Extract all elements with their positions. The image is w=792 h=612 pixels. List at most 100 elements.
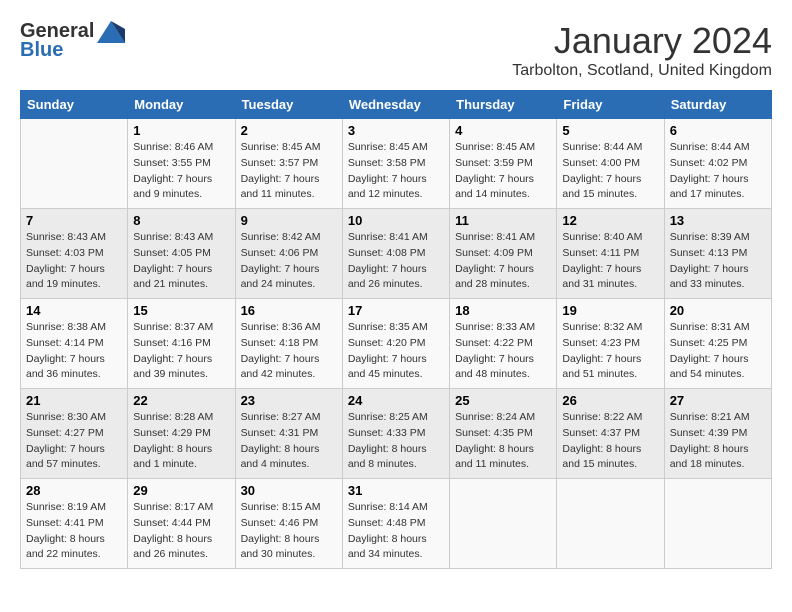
day-info: Sunrise: 8:41 AMSunset: 4:09 PMDaylight:… [455,230,551,293]
day-cell: 21 Sunrise: 8:30 AMSunset: 4:27 PMDayligh… [21,389,128,479]
day-info: Sunrise: 8:43 AMSunset: 4:03 PMDaylight:… [26,230,122,293]
day-cell [664,479,771,569]
day-info: Sunrise: 8:30 AMSunset: 4:27 PMDaylight:… [26,410,122,473]
col-tuesday: Tuesday [235,91,342,119]
day-cell: 25 Sunrise: 8:24 AMSunset: 4:35 PMDayligh… [450,389,557,479]
header-row: Sunday Monday Tuesday Wednesday Thursday… [21,91,772,119]
day-cell: 11Sunrise: 8:41 AMSunset: 4:09 PMDayligh… [450,209,557,299]
day-cell: 17Sunrise: 8:35 AMSunset: 4:20 PMDayligh… [342,299,449,389]
day-info: Sunrise: 8:14 AMSunset: 4:48 PMDaylight:… [348,500,444,563]
day-cell: 24Sunrise: 8:25 AMSunset: 4:33 PMDayligh… [342,389,449,479]
day-number: 7 [26,213,122,228]
day-cell: 1 Sunrise: 8:46 AMSunset: 3:55 PMDaylight… [128,119,235,209]
day-number: 26 [562,393,658,408]
day-number: 22 [133,393,229,408]
col-saturday: Saturday [664,91,771,119]
day-cell: 6 Sunrise: 8:44 AMSunset: 4:02 PMDaylight… [664,119,771,209]
day-cell: 26 Sunrise: 8:22 AMSunset: 4:37 PMDayligh… [557,389,664,479]
day-cell: 20Sunrise: 8:31 AMSunset: 4:25 PMDayligh… [664,299,771,389]
day-info: Sunrise: 8:21 AMSunset: 4:39 PMDaylight:… [670,410,766,473]
day-cell: 13 Sunrise: 8:39 AMSunset: 4:13 PMDayligh… [664,209,771,299]
day-info: Sunrise: 8:44 AMSunset: 4:00 PMDaylight:… [562,140,658,203]
day-info: Sunrise: 8:41 AMSunset: 4:08 PMDaylight:… [348,230,444,293]
day-cell: 7 Sunrise: 8:43 AMSunset: 4:03 PMDaylight… [21,209,128,299]
col-sunday: Sunday [21,91,128,119]
day-number: 17 [348,303,444,318]
day-number: 6 [670,123,766,138]
day-cell: 16Sunrise: 8:36 AMSunset: 4:18 PMDayligh… [235,299,342,389]
day-info: Sunrise: 8:43 AMSunset: 4:05 PMDaylight:… [133,230,229,293]
day-info: Sunrise: 8:38 AMSunset: 4:14 PMDaylight:… [26,320,122,383]
day-number: 24 [348,393,444,408]
day-number: 12 [562,213,658,228]
day-info: Sunrise: 8:39 AMSunset: 4:13 PMDaylight:… [670,230,766,293]
day-info: Sunrise: 8:15 AMSunset: 4:46 PMDaylight:… [241,500,337,563]
day-info: Sunrise: 8:32 AMSunset: 4:23 PMDaylight:… [562,320,658,383]
day-number: 5 [562,123,658,138]
day-info: Sunrise: 8:45 AMSunset: 3:59 PMDaylight:… [455,140,551,203]
week-row-1: 1 Sunrise: 8:46 AMSunset: 3:55 PMDaylight… [21,119,772,209]
day-info: Sunrise: 8:28 AMSunset: 4:29 PMDaylight:… [133,410,229,473]
day-cell: 22 Sunrise: 8:28 AMSunset: 4:29 PMDayligh… [128,389,235,479]
day-number: 21 [26,393,122,408]
day-number: 14 [26,303,122,318]
day-number: 31 [348,483,444,498]
week-row-3: 14 Sunrise: 8:38 AMSunset: 4:14 PMDayligh… [21,299,772,389]
day-number: 9 [241,213,337,228]
day-cell: 5 Sunrise: 8:44 AMSunset: 4:00 PMDaylight… [557,119,664,209]
day-cell: 3Sunrise: 8:45 AMSunset: 3:58 PMDaylight… [342,119,449,209]
day-number: 27 [670,393,766,408]
header: General Blue January 2024 Tarbolton, Sco… [20,20,772,80]
day-number: 25 [455,393,551,408]
day-cell [557,479,664,569]
day-cell: 18 Sunrise: 8:33 AMSunset: 4:22 PMDayligh… [450,299,557,389]
day-info: Sunrise: 8:24 AMSunset: 4:35 PMDaylight:… [455,410,551,473]
day-number: 15 [133,303,229,318]
day-info: Sunrise: 8:19 AMSunset: 4:41 PMDaylight:… [26,500,122,563]
day-cell: 30 Sunrise: 8:15 AMSunset: 4:46 PMDayligh… [235,479,342,569]
day-number: 23 [241,393,337,408]
day-cell [450,479,557,569]
day-number: 4 [455,123,551,138]
day-number: 2 [241,123,337,138]
col-wednesday: Wednesday [342,91,449,119]
day-info: Sunrise: 8:17 AMSunset: 4:44 PMDaylight:… [133,500,229,563]
day-number: 30 [241,483,337,498]
day-cell: 29Sunrise: 8:17 AMSunset: 4:44 PMDayligh… [128,479,235,569]
day-info: Sunrise: 8:37 AMSunset: 4:16 PMDaylight:… [133,320,229,383]
day-info: Sunrise: 8:33 AMSunset: 4:22 PMDaylight:… [455,320,551,383]
calendar-table: Sunday Monday Tuesday Wednesday Thursday… [20,90,772,569]
day-cell: 19 Sunrise: 8:32 AMSunset: 4:23 PMDayligh… [557,299,664,389]
day-number: 19 [562,303,658,318]
day-number: 1 [133,123,229,138]
logo-blue: Blue [20,39,63,62]
day-cell: 8Sunrise: 8:43 AMSunset: 4:05 PMDaylight… [128,209,235,299]
day-cell: 15 Sunrise: 8:37 AMSunset: 4:16 PMDayligh… [128,299,235,389]
day-cell: 23 Sunrise: 8:27 AMSunset: 4:31 PMDayligh… [235,389,342,479]
day-info: Sunrise: 8:44 AMSunset: 4:02 PMDaylight:… [670,140,766,203]
col-monday: Monday [128,91,235,119]
location-title: Tarbolton, Scotland, United Kingdom [512,62,772,80]
day-number: 20 [670,303,766,318]
day-cell: 12Sunrise: 8:40 AMSunset: 4:11 PMDayligh… [557,209,664,299]
logo: General Blue [20,20,125,62]
day-cell: 27 Sunrise: 8:21 AMSunset: 4:39 PMDayligh… [664,389,771,479]
day-number: 28 [26,483,122,498]
day-info: Sunrise: 8:27 AMSunset: 4:31 PMDaylight:… [241,410,337,473]
day-info: Sunrise: 8:45 AMSunset: 3:58 PMDaylight:… [348,140,444,203]
day-cell: 4 Sunrise: 8:45 AMSunset: 3:59 PMDaylight… [450,119,557,209]
day-number: 10 [348,213,444,228]
logo-icon [97,21,125,43]
day-number: 18 [455,303,551,318]
day-number: 13 [670,213,766,228]
day-cell: 14 Sunrise: 8:38 AMSunset: 4:14 PMDayligh… [21,299,128,389]
day-info: Sunrise: 8:22 AMSunset: 4:37 PMDaylight:… [562,410,658,473]
day-info: Sunrise: 8:46 AMSunset: 3:55 PMDaylight:… [133,140,229,203]
week-row-4: 21 Sunrise: 8:30 AMSunset: 4:27 PMDayligh… [21,389,772,479]
day-info: Sunrise: 8:42 AMSunset: 4:06 PMDaylight:… [241,230,337,293]
day-info: Sunrise: 8:45 AMSunset: 3:57 PMDaylight:… [241,140,337,203]
day-number: 16 [241,303,337,318]
day-cell: 28 Sunrise: 8:19 AMSunset: 4:41 PMDayligh… [21,479,128,569]
day-cell: 10 Sunrise: 8:41 AMSunset: 4:08 PMDayligh… [342,209,449,299]
month-title: January 2024 [512,20,772,62]
